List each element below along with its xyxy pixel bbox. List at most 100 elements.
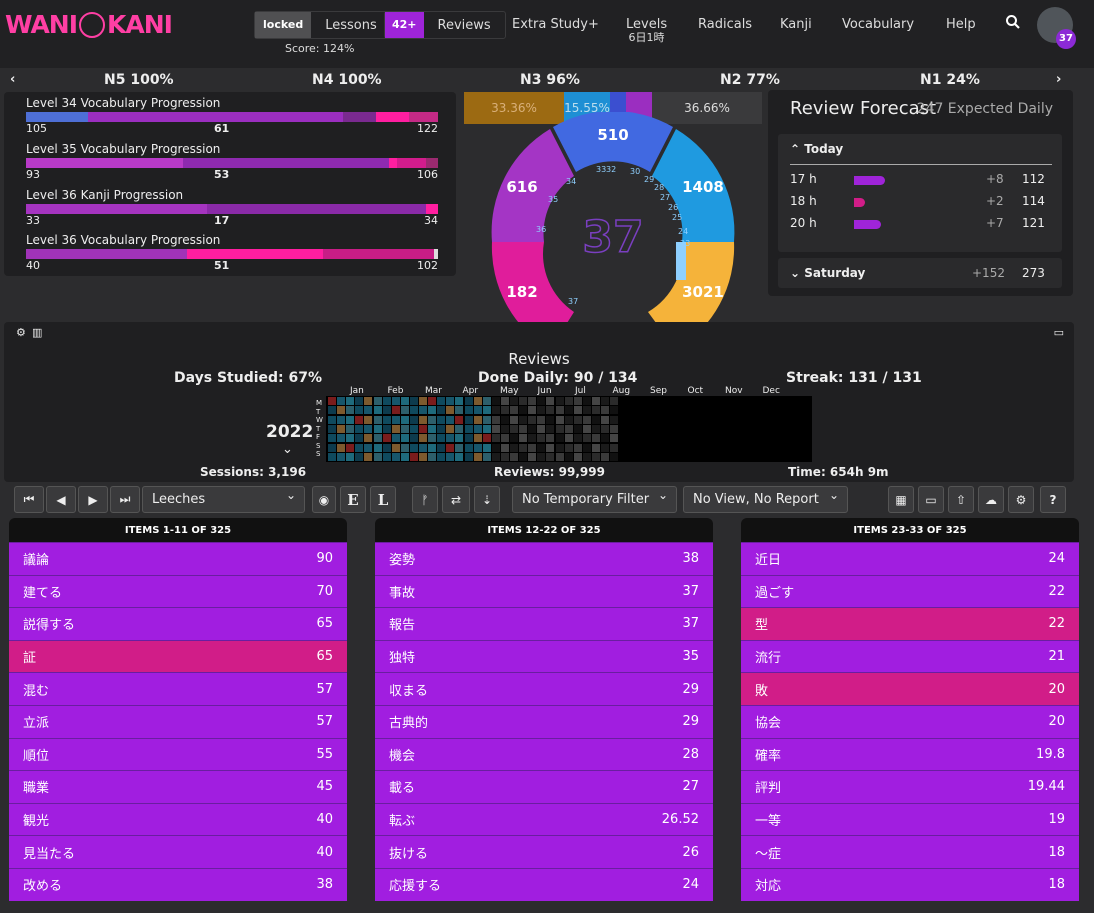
vocabulary-menu[interactable]: Vocabulary bbox=[842, 17, 914, 32]
item-row[interactable]: 一等 19 bbox=[741, 802, 1079, 836]
forecast-saturday-panel[interactable]: ⌄ Saturday +152 273 bbox=[778, 258, 1062, 288]
heatmap-cell bbox=[591, 434, 600, 443]
settings-icon[interactable]: ⚙ bbox=[1008, 486, 1034, 513]
last-page-button[interactable]: ⏭ bbox=[110, 486, 140, 513]
temporary-filter-select[interactable]: No Temporary Filter bbox=[512, 483, 677, 513]
item-row[interactable]: 事故 37 bbox=[375, 574, 713, 608]
item-label: 抜ける bbox=[389, 846, 429, 862]
item-row[interactable]: 確率 19.8 bbox=[741, 737, 1079, 771]
lessons-button[interactable]: locked Lessons bbox=[254, 11, 392, 39]
help-icon[interactable]: ? bbox=[1040, 486, 1066, 513]
heatmap-cell bbox=[428, 397, 437, 405]
item-row[interactable]: 独特 35 bbox=[375, 639, 713, 673]
radicals-menu[interactable]: Radicals bbox=[698, 17, 752, 32]
heatmap-cell bbox=[755, 397, 764, 405]
heatmap-cell bbox=[646, 443, 655, 452]
heatmap-grid[interactable] bbox=[326, 396, 812, 462]
weekday-label: S bbox=[316, 441, 321, 450]
prev-page-button[interactable]: ◀ bbox=[46, 486, 76, 513]
item-label: 順位 bbox=[23, 748, 50, 764]
forecast-today-toggle[interactable]: ⌃ Today bbox=[790, 142, 843, 156]
item-row[interactable]: 過ごす 22 bbox=[741, 574, 1079, 608]
item-score: 29 bbox=[682, 714, 699, 730]
heatmap-cell bbox=[773, 406, 782, 415]
heatmap-cell bbox=[746, 434, 755, 443]
gear-icon[interactable]: ⚙ bbox=[16, 326, 26, 339]
export-e-icon[interactable]: E bbox=[340, 486, 366, 513]
target-icon[interactable]: ◉ bbox=[312, 486, 336, 513]
weekday-label: T bbox=[316, 424, 321, 433]
item-row[interactable]: 見当たる 40 bbox=[9, 835, 347, 868]
heatmap-cell bbox=[573, 397, 582, 405]
chevron-down-icon[interactable]: ⌄ bbox=[282, 442, 293, 457]
heatmap-cell bbox=[500, 452, 509, 461]
item-label: 収まる bbox=[389, 683, 429, 699]
next-page-button[interactable]: ▶ bbox=[78, 486, 108, 513]
item-row[interactable]: 職業 45 bbox=[9, 770, 347, 803]
inbox-icon[interactable]: ▭ bbox=[1054, 326, 1064, 339]
heatmap-cell bbox=[519, 434, 528, 443]
kanji-menu[interactable]: Kanji bbox=[780, 17, 812, 32]
item-row[interactable]: 観光 40 bbox=[9, 802, 347, 836]
item-row[interactable]: 建てる 70 bbox=[9, 574, 347, 608]
heatmap-cell bbox=[373, 434, 382, 443]
upload-icon[interactable]: ⇧ bbox=[948, 486, 974, 513]
item-row[interactable]: 報告 37 bbox=[375, 607, 713, 640]
prev-arrow-icon[interactable]: ‹ bbox=[10, 72, 15, 87]
search-icon[interactable] bbox=[1005, 14, 1021, 34]
item-row[interactable]: 転ぶ 26.52 bbox=[375, 802, 713, 836]
heatmap-cell bbox=[391, 415, 400, 424]
heatmap-cell bbox=[437, 424, 446, 433]
heatmap-cell bbox=[610, 415, 619, 424]
item-row[interactable]: 協会 20 bbox=[741, 704, 1079, 738]
chart-icon[interactable]: ▥ bbox=[32, 326, 42, 339]
heatmap-cell bbox=[537, 434, 546, 443]
filter-select[interactable]: Leeches bbox=[142, 483, 305, 513]
heatmap-cell bbox=[564, 424, 573, 433]
item-row[interactable]: 姿勢 38 bbox=[375, 542, 713, 575]
branch-icon[interactable]: ᚠ bbox=[412, 486, 438, 513]
item-row[interactable]: 敗 20 bbox=[741, 672, 1079, 705]
heatmap-cell bbox=[746, 443, 755, 452]
sort-icon[interactable]: ⇣ bbox=[474, 486, 500, 513]
item-row[interactable]: 改める 38 bbox=[9, 867, 347, 901]
item-score: 24 bbox=[1048, 551, 1065, 567]
wanikani-logo[interactable]: WANI KANI bbox=[5, 10, 173, 39]
item-row[interactable]: 古典的 29 bbox=[375, 704, 713, 738]
item-row[interactable]: 証 65 bbox=[9, 639, 347, 673]
heatmap-cell bbox=[783, 434, 791, 443]
item-row[interactable]: 対応 18 bbox=[741, 867, 1079, 901]
item-row[interactable]: 応援する 24 bbox=[375, 867, 713, 901]
item-row[interactable]: 評判 19.44 bbox=[741, 770, 1079, 803]
item-row[interactable]: 混む 57 bbox=[9, 672, 347, 705]
extra-study-menu[interactable]: Extra Study+ bbox=[512, 17, 599, 32]
item-row[interactable]: 型 22 bbox=[741, 607, 1079, 640]
heatmap-cell bbox=[355, 452, 364, 461]
repeat-icon[interactable]: ⇄ bbox=[442, 486, 470, 513]
item-row[interactable]: 流行 21 bbox=[741, 639, 1079, 673]
item-row[interactable]: 収まる 29 bbox=[375, 672, 713, 705]
item-row[interactable]: 立派 57 bbox=[9, 704, 347, 738]
table-icon[interactable]: ▦ bbox=[888, 486, 914, 513]
view-report-select[interactable]: No View, No Report bbox=[683, 483, 848, 513]
heatmap-weekdays: MTWTFSS bbox=[316, 399, 324, 459]
item-row[interactable]: 機会 28 bbox=[375, 737, 713, 771]
item-row[interactable]: 抜ける 26 bbox=[375, 835, 713, 868]
forecast-saturday-toggle[interactable]: ⌄ Saturday bbox=[790, 266, 865, 280]
avatar[interactable]: 37 bbox=[1037, 7, 1076, 49]
reviews-button[interactable]: 42+ Reviews bbox=[384, 11, 506, 39]
list-l-icon[interactable]: L bbox=[370, 486, 396, 513]
item-row[interactable]: 〜症 18 bbox=[741, 835, 1079, 868]
cloud-icon[interactable]: ☁ bbox=[978, 486, 1004, 513]
item-row[interactable]: 近日 24 bbox=[741, 542, 1079, 575]
item-row[interactable]: 載る 27 bbox=[375, 770, 713, 803]
first-page-button[interactable]: ⏮ bbox=[14, 486, 44, 513]
next-arrow-icon[interactable]: › bbox=[1056, 72, 1061, 87]
help-menu[interactable]: Help bbox=[946, 17, 976, 32]
item-row[interactable]: 議論 90 bbox=[9, 542, 347, 575]
item-row[interactable]: 順位 55 bbox=[9, 737, 347, 771]
heatmap-cell bbox=[409, 406, 418, 415]
item-row[interactable]: 説得する 65 bbox=[9, 607, 347, 640]
levels-menu[interactable]: Levels 6日1時 bbox=[626, 17, 667, 44]
monitor-icon[interactable]: ▭ bbox=[918, 486, 944, 513]
